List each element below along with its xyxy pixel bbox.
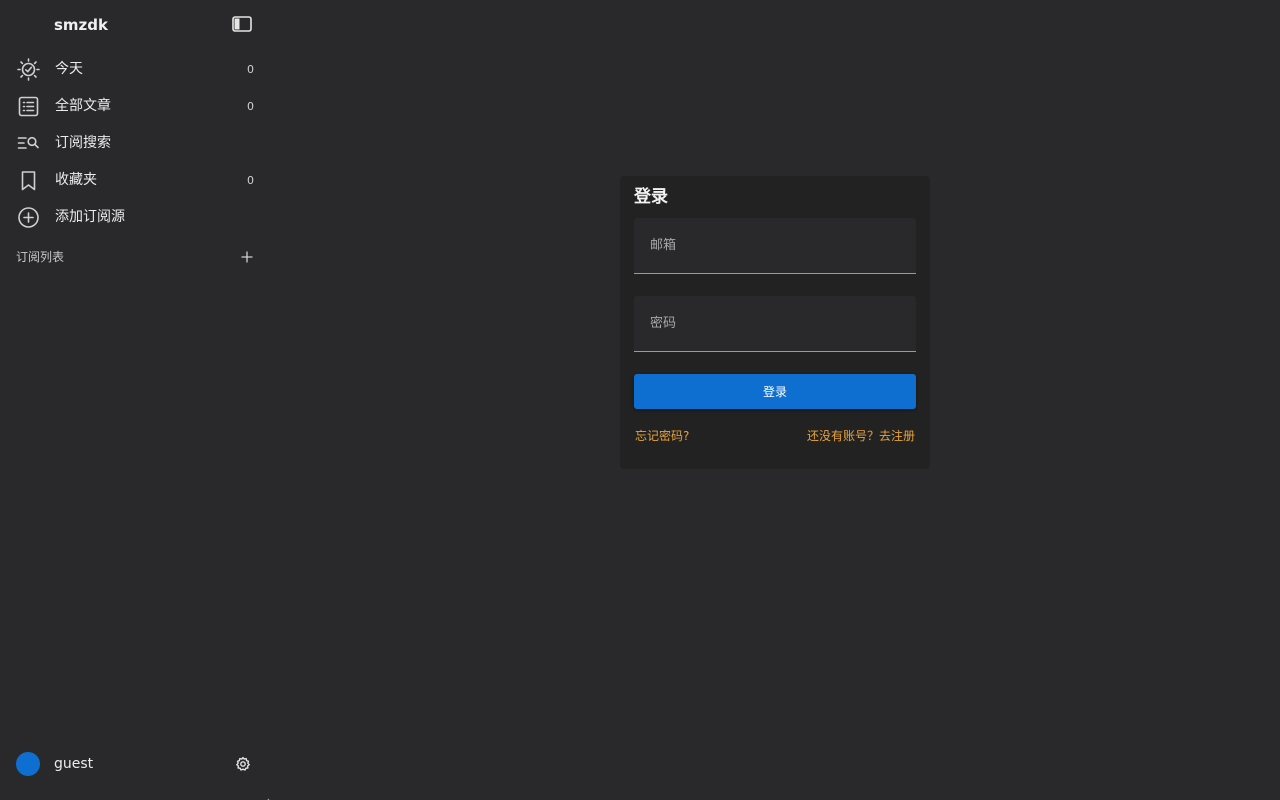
password-field[interactable]: [634, 296, 916, 351]
add-folder-icon[interactable]: [240, 247, 254, 267]
avatar[interactable]: [16, 752, 40, 776]
sidebar: smzdk 今天 0 全部文章 0 订阅搜索 收藏夹 0 添加订阅源 订阅列表 …: [0, 0, 270, 800]
sidebar-item-label: 收藏夹: [55, 172, 97, 188]
sidebar-item-all-articles[interactable]: 全部文章 0: [0, 88, 270, 125]
unread-count: 0: [247, 174, 254, 187]
sidebar-item-label: 今天: [55, 61, 83, 77]
gear-icon[interactable]: [235, 756, 251, 772]
sidebar-item-add-feed[interactable]: 添加订阅源: [0, 199, 270, 236]
add-circle-icon: [17, 206, 40, 229]
section-title: 订阅列表: [16, 250, 65, 264]
article-list-icon: [17, 95, 40, 118]
login-card: 登录 登录 忘记密码? 还没有账号？去注册: [620, 176, 930, 469]
sidebar-item-label: 全部文章: [55, 98, 111, 114]
password-field-container: [634, 296, 916, 352]
app-brand: smzdk: [54, 16, 109, 34]
register-link[interactable]: 还没有账号？去注册: [807, 428, 915, 444]
sidebar-item-favorites[interactable]: 收藏夹 0: [0, 162, 270, 199]
sidebar-item-today[interactable]: 今天 0: [0, 51, 270, 88]
forgot-password-link[interactable]: 忘记密码?: [635, 428, 689, 444]
unread-count: 0: [247, 100, 254, 113]
bookmark-icon: [17, 169, 40, 192]
email-field[interactable]: [634, 218, 916, 273]
resize-handle-icon[interactable]: [261, 791, 270, 800]
user-profile: guest: [16, 752, 254, 776]
app-window: smzdk 今天 0 全部文章 0 订阅搜索 收藏夹 0 添加订阅源 订阅列表 …: [0, 0, 1280, 800]
feed-search-icon: [17, 132, 40, 155]
sidebar-item-label: 添加订阅源: [55, 209, 125, 225]
login-button[interactable]: 登录: [634, 374, 916, 409]
unread-count: 0: [247, 63, 254, 76]
today-sun-icon: [17, 58, 40, 81]
username: guest: [54, 756, 94, 772]
login-title: 登录: [634, 187, 668, 207]
sidebar-item-label: 订阅搜索: [55, 135, 111, 151]
sidebar-item-feed-search[interactable]: 订阅搜索: [0, 125, 270, 162]
toggle-sidebar-icon[interactable]: [232, 16, 252, 32]
sidebar-nav: 今天 0 全部文章 0 订阅搜索 收藏夹 0 添加订阅源: [0, 51, 270, 236]
subscription-list-header: 订阅列表: [16, 247, 254, 267]
email-field-container: [634, 218, 916, 274]
